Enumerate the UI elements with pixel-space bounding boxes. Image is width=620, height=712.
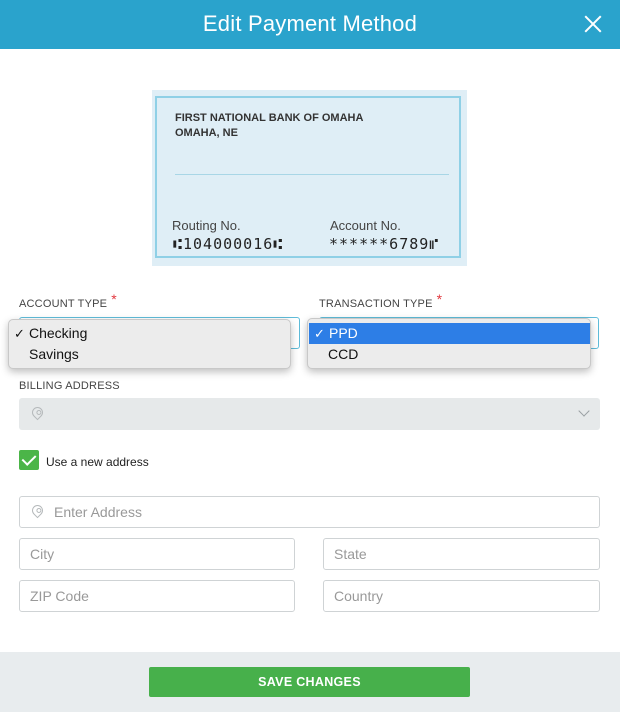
modal-title: Edit Payment Method (202, 11, 418, 36)
option-label: Savings (29, 346, 79, 362)
check-divider (175, 174, 449, 175)
account-type-option-savings[interactable]: Savings (9, 344, 290, 365)
country-input[interactable] (323, 580, 600, 612)
transaction-type-option-ppd[interactable]: ✓ PPD (309, 323, 590, 344)
bank-name: FIRST NATIONAL BANK OF OMAHA (175, 112, 364, 124)
transaction-type-label-text: TRANSACTION TYPE (319, 298, 433, 310)
state-input[interactable] (323, 538, 600, 570)
account-type-option-checking[interactable]: ✓ Checking (9, 323, 290, 344)
transaction-type-label: TRANSACTION TYPE * (319, 291, 443, 310)
billing-address-label: BILLING ADDRESS (19, 380, 120, 392)
use-new-address-label[interactable]: Use a new address (46, 455, 149, 469)
close-icon[interactable] (584, 15, 602, 33)
transaction-type-option-ccd[interactable]: CCD (308, 344, 589, 365)
billing-address-select[interactable] (19, 398, 600, 430)
modal-header: Edit Payment Method (0, 0, 620, 49)
modal-footer: SAVE CHANGES (0, 652, 620, 712)
account-type-label: ACCOUNT TYPE * (19, 291, 117, 310)
zip-code-input[interactable] (19, 580, 295, 612)
routing-label: Routing No. (172, 218, 241, 233)
address-input[interactable] (19, 496, 600, 528)
chevron-down-icon (578, 405, 590, 417)
check-border: FIRST NATIONAL BANK OF OMAHA OMAHA, NE R… (155, 96, 461, 258)
option-label: CCD (328, 346, 359, 362)
check-image: FIRST NATIONAL BANK OF OMAHA OMAHA, NE R… (152, 90, 467, 266)
location-pin-icon (29, 404, 46, 421)
option-label: Checking (29, 325, 88, 341)
option-label: PPD (329, 325, 358, 341)
account-type-dropdown: ✓ Checking Savings (8, 319, 291, 369)
checkmark-icon: ✓ (14, 326, 25, 341)
required-marker: * (111, 291, 117, 307)
account-type-label-text: ACCOUNT TYPE (19, 298, 108, 310)
save-changes-button[interactable]: SAVE CHANGES (149, 667, 470, 697)
city-input[interactable] (19, 538, 295, 570)
account-number: ******6789⑈ (329, 235, 440, 253)
use-new-address-checkbox[interactable] (19, 450, 39, 470)
routing-number: ⑆104000016⑆ (173, 235, 284, 253)
required-marker: * (436, 291, 443, 307)
bank-city: OMAHA, NE (175, 127, 238, 139)
transaction-type-dropdown: ✓ PPD CCD (307, 318, 591, 369)
account-label: Account No. (330, 218, 401, 233)
checkmark-icon: ✓ (314, 326, 325, 341)
